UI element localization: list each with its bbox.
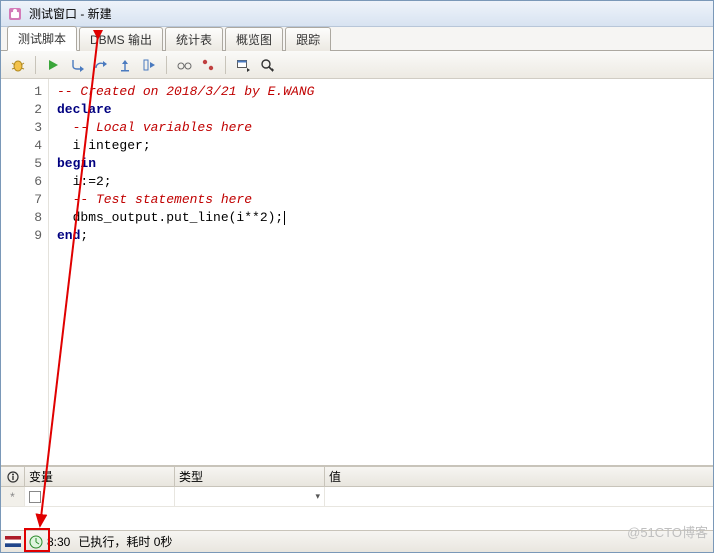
elapsed-time: 8:30: [47, 535, 70, 549]
clock-icon: [29, 535, 43, 549]
code-area[interactable]: -- Created on 2018/3/21 by E.WANGdeclare…: [49, 79, 713, 465]
row-marker: *: [1, 487, 25, 506]
window-list-button[interactable]: [232, 54, 254, 76]
glasses-button[interactable]: [173, 54, 195, 76]
variable-panel: 变量 类型 值 *: [1, 466, 713, 530]
statusbar: 8:30 已执行，耗时 0秒: [1, 530, 713, 552]
type-col-header[interactable]: 类型: [175, 467, 325, 486]
run-to-cursor-button[interactable]: [138, 54, 160, 76]
enabled-header: [1, 467, 25, 486]
tab-statistics[interactable]: 统计表: [165, 27, 223, 51]
line-gutter: 123456789: [1, 79, 49, 465]
code-editor[interactable]: 123456789 -- Created on 2018/3/21 by E.W…: [1, 79, 713, 466]
separator: [35, 56, 36, 74]
value-cell[interactable]: [325, 487, 713, 506]
titlebar: 测试窗口 - 新建: [1, 1, 713, 27]
tabstrip: 测试脚本 DBMS 输出 统计表 概览图 跟踪: [1, 27, 713, 51]
checkbox-icon[interactable]: [29, 491, 41, 503]
type-cell[interactable]: [175, 487, 325, 506]
toolbar: [1, 51, 713, 79]
variable-cell[interactable]: [25, 487, 175, 506]
step-out-button[interactable]: [114, 54, 136, 76]
variable-col-header[interactable]: 变量: [25, 467, 175, 486]
app-icon: [7, 6, 23, 22]
tab-overview[interactable]: 概览图: [225, 27, 283, 51]
variable-header: 变量 类型 值: [1, 467, 713, 487]
status-message: 已执行，耗时 0秒: [78, 533, 172, 550]
tab-dbms-output[interactable]: DBMS 输出: [79, 27, 163, 51]
flag-icon: [5, 536, 21, 547]
window-title: 测试窗口 - 新建: [29, 5, 112, 22]
separator: [225, 56, 226, 74]
tab-trace[interactable]: 跟踪: [285, 27, 331, 51]
debug-button[interactable]: [7, 54, 29, 76]
breakpoints-button[interactable]: [197, 54, 219, 76]
tab-test-script[interactable]: 测试脚本: [7, 26, 77, 51]
value-col-header[interactable]: 值: [325, 467, 713, 486]
variable-row[interactable]: *: [1, 487, 713, 507]
timer-chip: 8:30: [29, 535, 70, 549]
run-button[interactable]: [42, 54, 64, 76]
step-into-button[interactable]: [66, 54, 88, 76]
step-over-button[interactable]: [90, 54, 112, 76]
separator: [166, 56, 167, 74]
search-button[interactable]: [256, 54, 278, 76]
